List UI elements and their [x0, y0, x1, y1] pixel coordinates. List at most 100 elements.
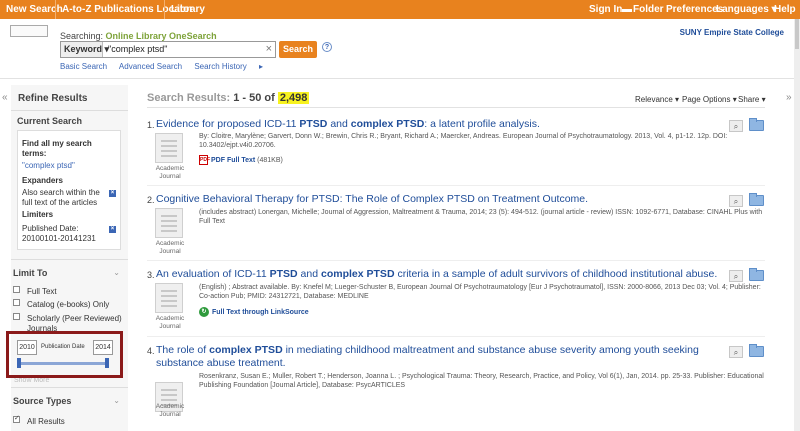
result-meta: (English) ; Abstract available. By: Knef…: [199, 284, 761, 300]
pdf-link-label: PDF Full Text: [211, 156, 256, 164]
preview-icon[interactable]: ⌕: [729, 346, 743, 358]
linksource-icon: ↻: [199, 307, 209, 317]
collapse-left-icon[interactable]: «: [2, 92, 8, 103]
help-link[interactable]: Help: [774, 4, 796, 15]
search-button[interactable]: Search: [279, 41, 317, 58]
current-search-box: Find all my search terms: "complex ptsd"…: [17, 130, 121, 250]
search-history-label: Search History: [194, 62, 247, 71]
result-number: 2.: [147, 195, 155, 205]
doc-type-label: Academic Journal: [155, 240, 185, 255]
result-title[interactable]: Cognitive Behavioral Therapy for PTSD: T…: [156, 193, 726, 206]
share-label: Share: [738, 95, 760, 104]
collapse-right-icon[interactable]: »: [786, 92, 792, 103]
database-link[interactable]: Online Library OneSearch: [106, 31, 217, 41]
scrollbar[interactable]: [794, 19, 800, 431]
chevron-down-icon[interactable]: ⌄: [113, 268, 120, 277]
source-types-heading: Source Types: [13, 396, 72, 406]
title-highlight: complex PTSD: [321, 268, 395, 280]
scrollbar-thumb[interactable]: [795, 19, 799, 49]
help-icon[interactable]: ?: [322, 42, 332, 52]
full-text-checkbox[interactable]: [13, 286, 20, 293]
chevron-down-icon: ▾: [675, 95, 680, 104]
chevron-down-icon[interactable]: ⌄: [113, 396, 120, 405]
pdf-size: (481KB): [257, 156, 283, 164]
results-divider: [147, 107, 765, 108]
limiters-heading: Limiters: [22, 210, 54, 219]
document-icon: [155, 208, 183, 238]
folder-icon[interactable]: ▬: [622, 4, 632, 15]
linksource-link[interactable]: ↻ Full Text through LinkSource: [199, 307, 309, 317]
preview-icon[interactable]: ⌕: [729, 120, 743, 132]
institution-name[interactable]: SUNY Empire State College: [680, 28, 784, 37]
preview-icon[interactable]: ⌕: [729, 270, 743, 282]
result-meta: (includes abstract) Lonergan, Michelle; …: [199, 209, 763, 225]
sign-in-link[interactable]: Sign In: [589, 4, 622, 15]
catalog-checkbox[interactable]: [13, 299, 20, 306]
remove-expander-icon[interactable]: ×: [109, 190, 116, 197]
pdf-full-text-link[interactable]: PDFPDF Full Text (481KB): [199, 155, 283, 165]
result-title[interactable]: The role of complex PTSD in mediating ch…: [156, 344, 726, 370]
result-title[interactable]: An evaluation of ICD-11 PTSD and complex…: [156, 268, 726, 281]
top-toolbar: New Search A-to-Z Publications Locator L…: [0, 0, 800, 19]
title-highlight: PTSD: [269, 268, 298, 280]
caret-right-icon: ▸: [259, 62, 264, 71]
doc-type-label: Academic Journal: [155, 403, 185, 418]
basic-search-link[interactable]: Basic Search: [60, 62, 107, 71]
toolbar-divider: [164, 0, 165, 19]
title-text: Evidence for proposed ICD-11: [156, 118, 300, 130]
folder-link[interactable]: Folder: [633, 4, 664, 15]
preview-icon[interactable]: ⌕: [729, 195, 743, 207]
expander-item: Also search within the full text of the …: [22, 188, 100, 207]
document-icon: [155, 133, 183, 163]
all-results-checkbox[interactable]: [13, 414, 20, 423]
refine-panel: Refine Results Current Search Find all m…: [11, 85, 128, 431]
doc-type-label: Academic Journal: [155, 315, 185, 330]
title-text: and: [297, 268, 321, 280]
result-number: 1.: [147, 120, 155, 130]
limiter-item: Published Date: 20100101-20141231: [22, 224, 96, 243]
pdf-icon: PDF: [199, 155, 210, 165]
page-options-label: Page Options: [682, 95, 731, 104]
title-text: criteria in a sample of adult survivors …: [394, 268, 718, 280]
scholarly-checkbox[interactable]: [13, 313, 20, 320]
remove-limiter-icon[interactable]: ×: [109, 226, 116, 233]
add-to-folder-icon[interactable]: [749, 118, 764, 131]
result-meta: By: Cloitre, Marylène; Garvert, Donn W.;…: [199, 133, 728, 149]
results-summary: Search Results: 1 - 50 of 2,498: [147, 92, 310, 104]
languages-menu[interactable]: Languages ▾: [716, 4, 777, 15]
result-meta: Rosenkranz, Susan E.; Muller, Robert T.;…: [199, 373, 764, 389]
library-link[interactable]: Library: [171, 4, 205, 15]
panel-divider: [11, 387, 128, 388]
search-sublinks: Basic Search Advanced Search Search Hist…: [60, 62, 283, 71]
limit-to-heading: Limit To: [13, 268, 48, 278]
search-input[interactable]: "complex ptsd": [108, 44, 167, 54]
field-selector[interactable]: Keyword ▾: [61, 42, 109, 57]
title-text: An evaluation of ICD-11: [156, 268, 270, 280]
current-search-heading: Current Search: [17, 116, 83, 126]
panel-divider: [11, 110, 128, 111]
institution-logo: [10, 25, 48, 37]
advanced-search-link[interactable]: Advanced Search: [119, 62, 182, 71]
searching-label: Searching:: [60, 31, 104, 41]
result-divider: [147, 336, 765, 337]
preferences-link[interactable]: Preferences: [666, 4, 723, 15]
toolbar-divider: [55, 0, 56, 19]
share-menu[interactable]: Share ▾: [738, 95, 766, 104]
relevance-label: Relevance: [635, 95, 673, 104]
all-results-label: All Results: [27, 417, 65, 426]
search-box: Keyword ▾ "complex ptsd" ×: [60, 41, 276, 58]
clear-icon[interactable]: ×: [266, 43, 272, 55]
search-history-link[interactable]: Search History ▸: [194, 62, 273, 71]
results-range: 1 - 50 of: [233, 92, 275, 104]
results-total: 2,498: [277, 92, 310, 104]
current-query: "complex ptsd": [22, 161, 75, 170]
add-to-folder-icon[interactable]: [749, 268, 764, 281]
title-text: and: [327, 118, 351, 130]
relevance-menu[interactable]: Relevance ▾: [635, 95, 679, 104]
page-options-menu[interactable]: Page Options ▾: [682, 95, 737, 104]
field-label: Keyword: [64, 44, 103, 54]
add-to-folder-icon[interactable]: [749, 193, 764, 206]
add-to-folder-icon[interactable]: [749, 344, 764, 357]
result-title[interactable]: Evidence for proposed ICD-11 PTSD and co…: [156, 118, 726, 131]
find-all-label: Find all my search terms:: [22, 139, 92, 158]
